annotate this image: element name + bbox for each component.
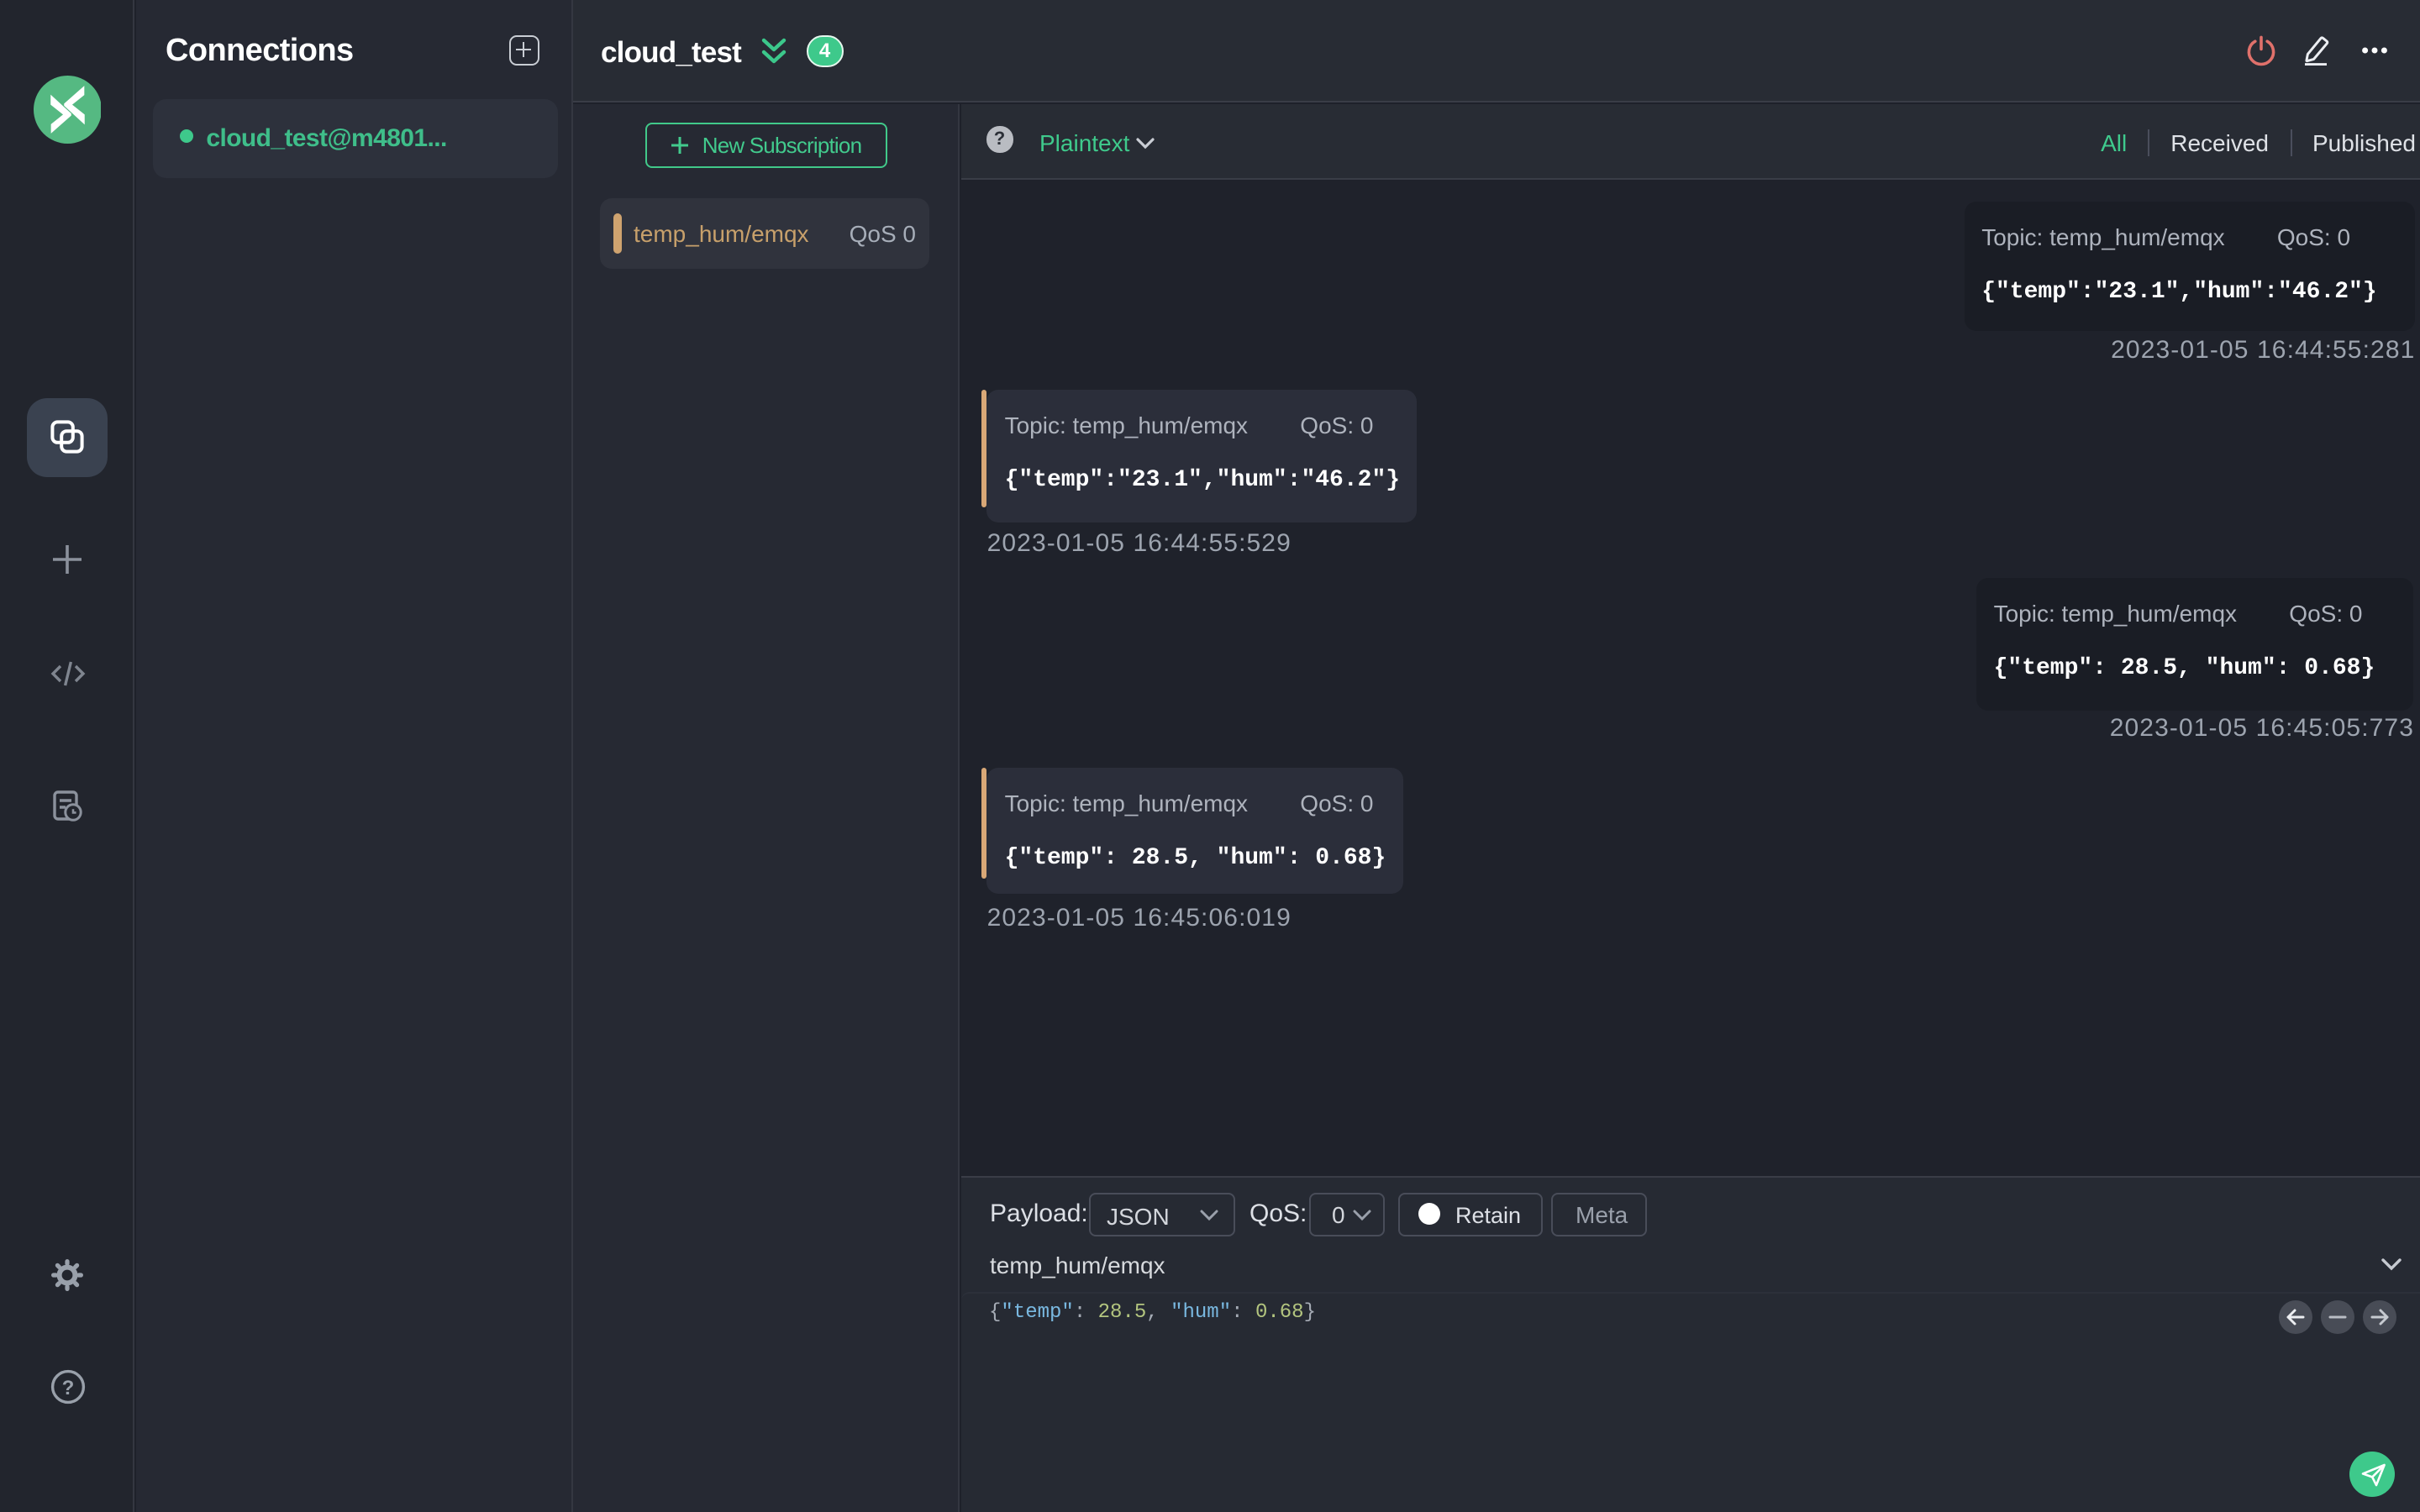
svg-text:?: ?	[61, 1377, 74, 1399]
